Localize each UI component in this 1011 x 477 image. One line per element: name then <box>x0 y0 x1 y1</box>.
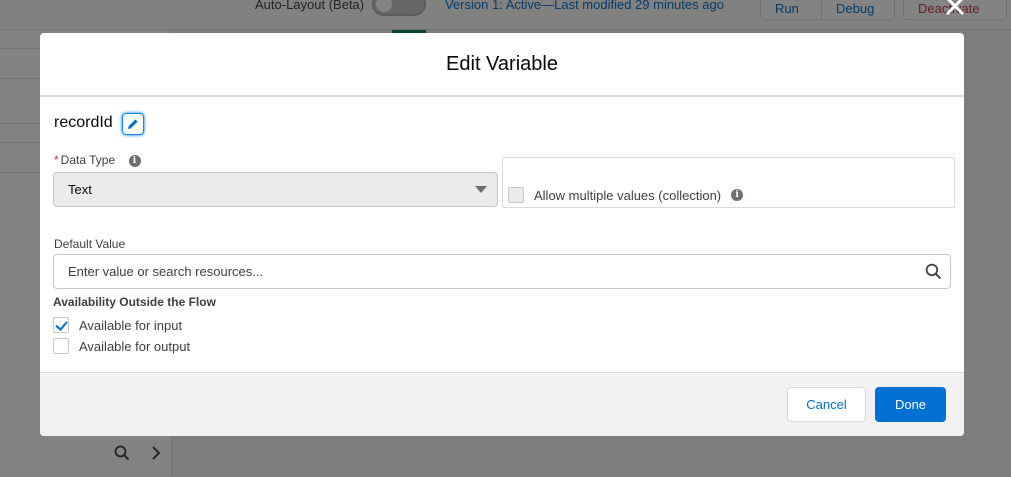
edit-api-name-button[interactable] <box>122 113 144 135</box>
available-for-input-label: Available for input <box>79 317 183 333</box>
edit-variable-modal: Edit Variable recordId * Data Type i Text… <box>40 33 964 436</box>
collection-checkbox[interactable] <box>508 187 524 203</box>
chevron-down-icon <box>475 186 487 193</box>
default-value-placeholder: Enter value or search resources... <box>68 264 264 279</box>
collection-label: Allow multiple values (collection) <box>534 187 722 203</box>
collection-option: Allow multiple values (collection) i <box>508 187 744 203</box>
data-type-label: * Data Type i <box>54 153 141 167</box>
data-type-select[interactable]: Text <box>53 172 498 207</box>
cancel-button[interactable]: Cancel <box>787 387 866 422</box>
available-for-input-option: Available for input <box>53 317 182 333</box>
modal-title: Edit Variable <box>446 52 558 75</box>
pencil-icon <box>128 119 138 129</box>
available-for-output-option: Available for output <box>53 338 190 354</box>
modal-body: recordId * Data Type i Text Allow multipl… <box>40 97 964 372</box>
default-value-label: Default Value <box>54 237 126 251</box>
info-icon[interactable]: i <box>128 154 141 167</box>
available-for-output-label: Available for output <box>79 338 191 354</box>
available-for-output-checkbox[interactable] <box>53 338 69 354</box>
default-value-input[interactable]: Enter value or search resources... <box>53 254 951 289</box>
done-button[interactable]: Done <box>875 387 946 422</box>
collection-option-box: Allow multiple values (collection) i <box>502 157 955 208</box>
required-marker: * <box>54 153 59 167</box>
variable-api-name: recordId <box>54 114 113 131</box>
info-icon[interactable]: i <box>731 189 744 201</box>
data-type-value: Text <box>68 182 92 197</box>
available-for-input-checkbox[interactable] <box>53 317 69 333</box>
search-icon <box>925 263 942 280</box>
availability-title: Availability Outside the Flow <box>53 295 216 309</box>
modal-footer: Cancel Done <box>40 372 964 436</box>
modal-header: Edit Variable <box>40 33 964 97</box>
close-icon[interactable] <box>941 0 969 22</box>
